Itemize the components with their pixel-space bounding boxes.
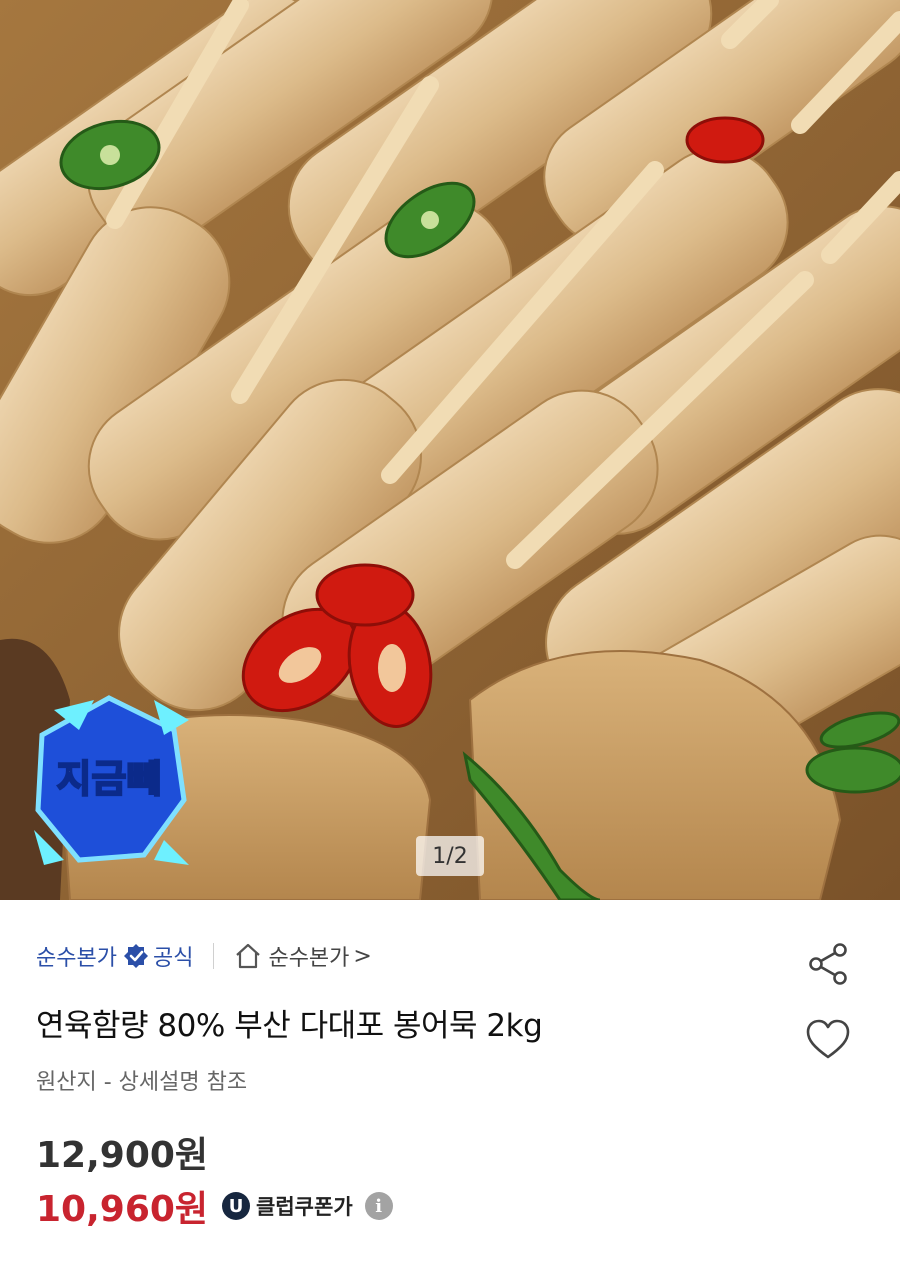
share-icon[interactable] [804, 940, 852, 988]
club-coupon-label: 클럽쿠폰가 [256, 1195, 353, 1219]
original-price: 12,900원 [36, 1135, 209, 1176]
seller-row: 순수본가 공식 순수본가 > [36, 936, 372, 976]
home-icon [236, 943, 261, 969]
svg-text:지금뻬: 지금뻬 [57, 757, 162, 801]
official-label: 공식 [152, 946, 194, 971]
club-coupon-icon: U [222, 1192, 251, 1220]
sale-price-row: 10,960원 U 클럽쿠폰가 i [36, 1180, 393, 1232]
divider [213, 943, 215, 969]
heart-icon[interactable] [804, 1016, 852, 1064]
seller-name[interactable]: 순수본가 [36, 940, 117, 972]
chevron-right-icon: > [353, 943, 372, 969]
origin-text: 원산지 - 상세설명 참조 [36, 1070, 248, 1095]
product-title: 연육함량 80% 부산 다대포 봉어묵 2kg [36, 1008, 543, 1044]
flash-sale-badge: 지금뻬 [34, 695, 189, 865]
image-page-counter: 1/2 [416, 836, 484, 876]
verified-check-icon [123, 944, 148, 968]
product-image-carousel[interactable]: 지금뻬 1/2 [0, 0, 900, 900]
sale-price: 10,960원 [36, 1189, 209, 1230]
info-icon[interactable]: i [364, 1192, 393, 1220]
store-link[interactable]: 순수본가 [268, 940, 349, 972]
